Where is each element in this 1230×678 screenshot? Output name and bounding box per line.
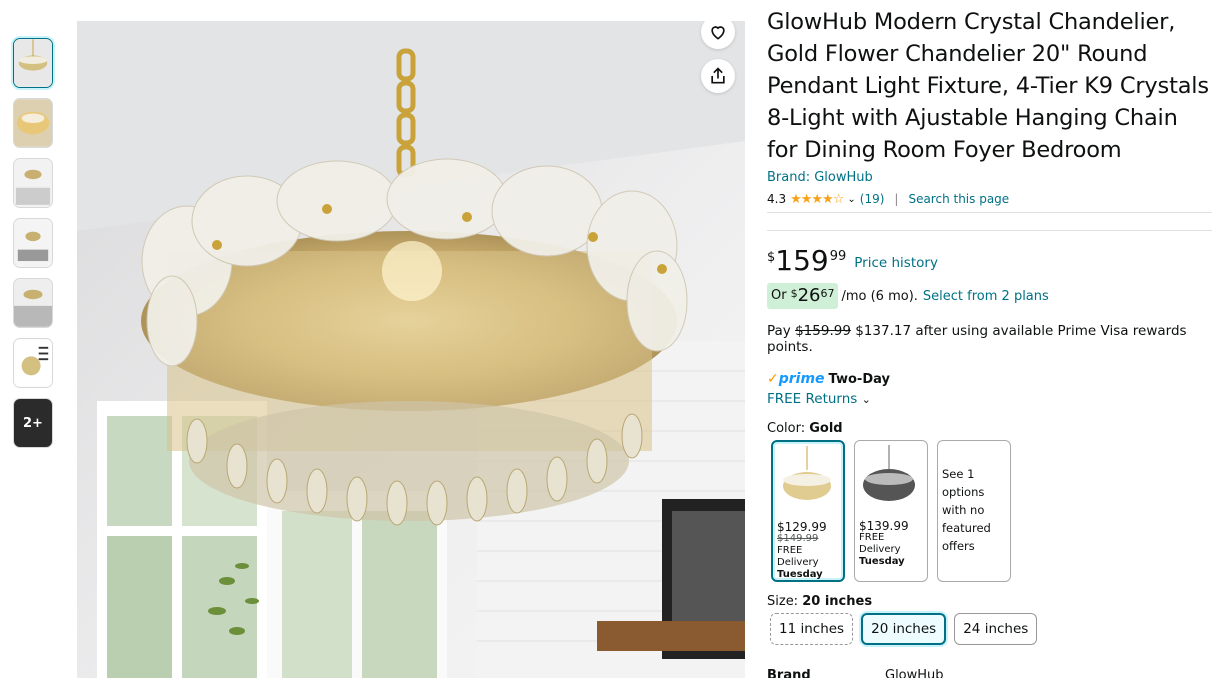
monthly-whole: 26 [797, 285, 821, 306]
share-icon [711, 67, 725, 84]
prime-logo: ✓prime [767, 371, 825, 387]
thumbnail-2[interactable] [13, 98, 53, 148]
monthly-payment: Or $ 26 67 /mo (6 mo). Select from 2 pla… [767, 283, 1212, 309]
color-option-2[interactable]: $139.99 FREE Delivery Tuesday [854, 440, 928, 582]
option-old-price: $149.99 [777, 533, 819, 544]
price-whole: 159 [775, 244, 829, 277]
spec-brand-row: Brand GlowHub [767, 668, 1212, 678]
chrome-chandelier-thumbnail [859, 445, 919, 511]
option-delivery: FREE Delivery [777, 545, 819, 568]
color-selector: Color: Gold $129.99 $149.99 FREE Deliver… [767, 421, 1212, 582]
returns-row: FREE Returns ⌄ [767, 391, 1212, 407]
price-history-link[interactable]: Price history [854, 255, 938, 271]
thumbnail-4[interactable] [13, 218, 53, 268]
free-returns-link[interactable]: FREE Returns [767, 391, 857, 407]
rating-row: 4.3 ★★★★☆ ⌄ (19) | Search this page [767, 189, 1212, 209]
chevron-down-icon[interactable]: ⌄ [847, 194, 855, 205]
prime-check-icon: ✓ [767, 371, 779, 387]
color-label: Color: [767, 421, 806, 436]
monthly-symbol: $ [790, 287, 798, 300]
chevron-down-icon[interactable]: ⌄ [862, 393, 871, 406]
prime-visa-offer: Pay $159.99 $137.17 after using availabl… [767, 323, 1212, 355]
thumbnail-6[interactable] [13, 338, 53, 388]
divider [767, 212, 1212, 213]
color-option-no-offers[interactable]: See 1 options with no featured offers [937, 440, 1011, 582]
size-option-11[interactable]: 11 inches [770, 613, 854, 645]
product-info: GlowHub Modern Crystal Chandelier, Gold … [767, 6, 1212, 678]
monthly-suffix: /mo (6 mo). [841, 288, 918, 304]
size-label: Size: [767, 594, 799, 609]
spec-value: GlowHub [885, 668, 944, 678]
color-option-gold[interactable]: $129.99 $149.99 FREE Delivery Tuesday [771, 440, 845, 582]
size-option-24[interactable]: 24 inches [954, 613, 1038, 645]
rating-value: 4.3 [767, 192, 787, 206]
main-product-image[interactable] [77, 21, 745, 678]
separator: | [894, 192, 899, 206]
option-price: $129.99 [777, 520, 827, 534]
heart-icon [711, 26, 725, 40]
gold-chandelier-thumbnail [777, 446, 837, 512]
size-options: 11 inches 20 inches 24 inches [770, 613, 1212, 645]
thumbnail-5[interactable] [13, 278, 53, 328]
prime-delivery: ✓prime Two-Day [767, 371, 1212, 387]
thumbnail-strip: 2+ [13, 38, 53, 458]
monthly-badge: Or $ 26 67 [767, 283, 839, 309]
review-count-link[interactable]: (19) [860, 192, 885, 206]
brand-link[interactable]: Brand: GlowHub [767, 170, 1212, 185]
color-swatches: $129.99 $149.99 FREE Delivery Tuesday $1… [771, 440, 1212, 582]
chandelier-photo [77, 21, 745, 678]
prime-logo-text: prime [778, 371, 825, 387]
star-rating-icon[interactable]: ★★★★☆ [790, 192, 844, 207]
product-title: GlowHub Modern Crystal Chandelier, Gold … [767, 9, 1209, 163]
monthly-fraction: 67 [820, 287, 835, 300]
more-thumbnails-label: 2+ [23, 415, 43, 431]
size-option-20[interactable]: 20 inches [861, 613, 947, 645]
pay-prefix: Pay [767, 323, 791, 339]
pay-new-price: $137.17 [855, 323, 912, 339]
color-value: Gold [809, 421, 843, 436]
share-button[interactable] [701, 59, 735, 93]
price-fraction: 99 [829, 249, 847, 264]
price: $ 159 99 Price history [767, 245, 1212, 277]
thumbnail-3[interactable] [13, 158, 53, 208]
search-this-page-link[interactable]: Search this page [908, 192, 1009, 206]
size-value: 20 inches [802, 594, 873, 609]
pay-old-price: $159.99 [795, 323, 851, 339]
option-price: $139.99 [859, 519, 909, 533]
thumbnail-1[interactable] [13, 38, 53, 88]
price-symbol: $ [767, 250, 776, 265]
select-plans-link[interactable]: Select from 2 plans [923, 289, 1049, 304]
monthly-prefix: Or [771, 288, 787, 303]
prime-delivery-label: Two-Day [828, 371, 890, 387]
option-delivery-day: Tuesday [777, 569, 823, 580]
spec-label: Brand [767, 668, 811, 678]
divider [767, 230, 1212, 231]
thumbnail-more[interactable]: 2+ [13, 398, 53, 448]
no-offers-text: See 1 options with no featured offers [942, 467, 991, 553]
size-selector: Size: 20 inches 11 inches 20 inches 24 i… [767, 594, 1212, 645]
option-delivery-day: Tuesday [859, 556, 905, 567]
option-delivery: FREE Delivery [859, 532, 901, 555]
